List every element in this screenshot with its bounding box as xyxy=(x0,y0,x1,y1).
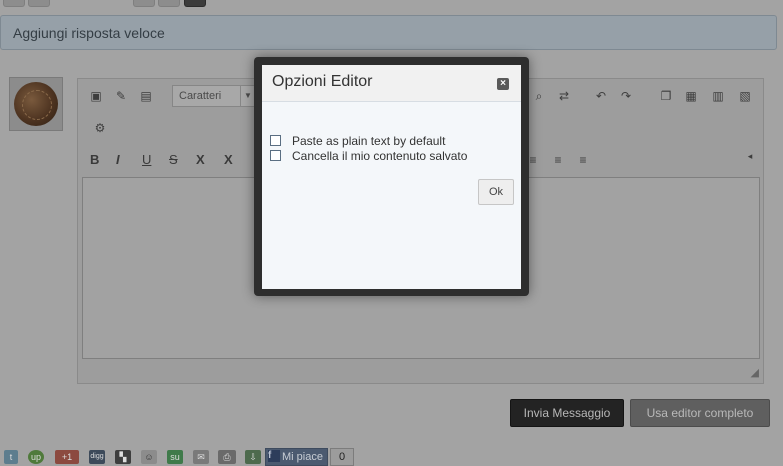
email-icon[interactable]: ✉ xyxy=(193,450,209,464)
underline-button[interactable]: U xyxy=(142,152,151,167)
insert-icon[interactable]: ▤ xyxy=(138,88,154,104)
bold-button[interactable]: B xyxy=(90,152,99,167)
option-label: Paste as plain text by default xyxy=(292,134,446,148)
editor-options-dialog: Opzioni Editor × Paste as plain text by … xyxy=(254,57,529,296)
checkbox[interactable] xyxy=(270,150,281,161)
up-icon[interactable]: up xyxy=(28,450,44,464)
quick-reply-header: Aggiungi risposta veloce xyxy=(0,15,777,50)
redo-icon[interactable]: ↷ xyxy=(618,88,634,104)
twitter-icon[interactable]: t xyxy=(4,450,18,464)
full-editor-button[interactable]: Usa editor completo xyxy=(630,399,770,427)
paste-word-icon[interactable]: ▧ xyxy=(737,88,753,104)
like-label: Mi piace xyxy=(282,451,323,463)
reddit-icon[interactable]: ☺ xyxy=(141,450,157,464)
ok-button[interactable]: Ok xyxy=(478,179,514,205)
paste-text-icon[interactable]: ▥ xyxy=(710,88,726,104)
print-icon[interactable]: ⎙ xyxy=(218,450,236,464)
paste-icon[interactable]: ▦ xyxy=(683,88,699,104)
like-count: 0 xyxy=(330,448,354,466)
chevron-down-icon: ▼ xyxy=(240,86,255,106)
italic-button[interactable]: I xyxy=(116,152,120,167)
replace-icon[interactable]: ⇄ xyxy=(556,88,572,104)
top-button[interactable] xyxy=(3,0,25,7)
font-select-value: Caratteri xyxy=(179,90,222,102)
avatar xyxy=(9,77,63,131)
delicious-icon[interactable]: ▚ xyxy=(115,450,131,464)
close-icon[interactable]: × xyxy=(497,78,509,90)
top-button[interactable] xyxy=(184,0,206,7)
copy-icon[interactable]: ❐ xyxy=(658,88,674,104)
collapse-toolbar-icon[interactable]: ◂ xyxy=(742,148,758,164)
quick-reply-title: Aggiungi risposta veloce xyxy=(13,25,165,41)
option-label: Cancella il mio contenuto salvato xyxy=(292,149,468,163)
align-center-icon[interactable]: ≡ xyxy=(550,152,566,168)
strike-button[interactable]: S xyxy=(169,152,178,167)
download-icon[interactable]: ⇩ xyxy=(245,450,261,464)
google-plus-button[interactable]: +1 xyxy=(55,450,79,464)
dialog-title: Opzioni Editor xyxy=(272,73,373,90)
subscript-button[interactable]: X xyxy=(196,152,205,167)
dialog-header: Opzioni Editor × xyxy=(262,65,521,102)
resize-handle-icon[interactable]: ◢ xyxy=(751,366,759,379)
stumbleupon-icon[interactable]: su xyxy=(167,450,183,464)
settings-icon[interactable]: ⚙ xyxy=(92,120,108,136)
coin-image xyxy=(14,82,58,126)
dialog-body: Opzioni Editor × Paste as plain text by … xyxy=(262,65,521,289)
superscript-button[interactable]: X xyxy=(224,152,233,167)
source-icon[interactable]: ▣ xyxy=(88,88,104,104)
font-select[interactable]: Caratteri ▼ xyxy=(172,85,256,107)
digg-icon[interactable]: digg xyxy=(89,450,105,464)
checkbox[interactable] xyxy=(270,135,281,146)
align-right-icon[interactable]: ≡ xyxy=(575,152,591,168)
top-button[interactable] xyxy=(28,0,50,7)
undo-icon[interactable]: ↶ xyxy=(593,88,609,104)
eraser-icon[interactable]: ✎ xyxy=(113,88,129,104)
top-button[interactable] xyxy=(133,0,155,7)
top-button[interactable] xyxy=(158,0,180,7)
facebook-icon: f xyxy=(268,450,280,462)
facebook-like-button[interactable]: f Mi piace xyxy=(265,448,328,466)
find-icon[interactable]: ⌕ xyxy=(531,88,547,104)
send-message-button[interactable]: Invia Messaggio xyxy=(510,399,624,427)
